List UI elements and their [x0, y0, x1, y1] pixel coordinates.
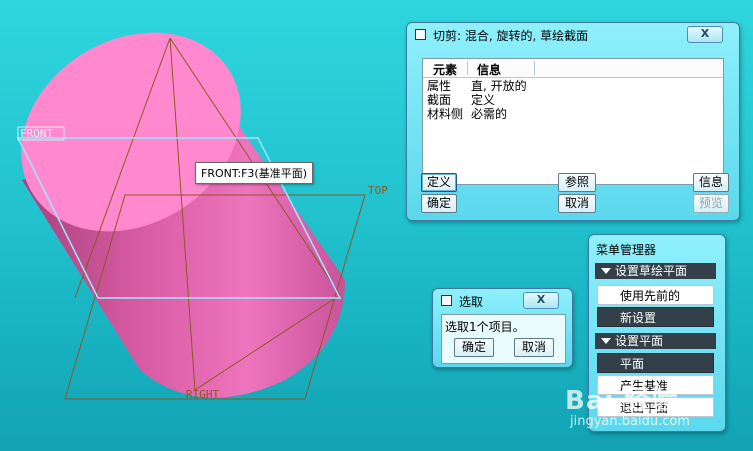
select-dialog-title: 选取 — [459, 295, 484, 309]
close-button[interactable]: X — [687, 26, 723, 43]
menu-item-plane[interactable]: 平面 — [597, 353, 714, 373]
column-header-info[interactable]: 信息 — [477, 61, 501, 78]
define-button[interactable]: 定义 — [421, 173, 457, 192]
cut-dialog: 切剪: 混合, 旋转的, 草绘截面 X 元素 信息 属性 直, 开放的 截面 定… — [406, 22, 740, 221]
right-plane-label: RIGHT — [186, 388, 219, 401]
element-name: 材料侧 — [427, 107, 464, 121]
select-cancel-button[interactable]: 取消 — [514, 338, 554, 357]
select-dialog-titlebar[interactable]: 选取 X — [433, 289, 572, 311]
menu-item-use-previous[interactable]: 使用先前的 — [597, 285, 714, 305]
watermark-url: jingyan.baidu.com — [570, 414, 690, 429]
plane-tooltip: FRONT:F3(基准平面) — [195, 162, 313, 184]
watermark-logo: Bai 经验 — [565, 386, 679, 416]
column-header-element[interactable]: 元素 — [433, 61, 457, 78]
element-list-header: 元素 信息 — [423, 59, 723, 78]
element-name: 属性 — [427, 79, 452, 93]
menu-section-set-plane[interactable]: 设置平面 — [595, 333, 716, 349]
select-message: 选取1个项目。 — [445, 320, 525, 334]
select-message-box: 选取1个项目。 确定 取消 — [441, 314, 566, 364]
ok-button[interactable]: 确定 — [421, 194, 457, 213]
close-button[interactable]: X — [523, 292, 559, 309]
info-button[interactable]: 信息 — [693, 173, 729, 192]
menu-section-sketch-plane[interactable]: 设置草绘平面 — [595, 263, 716, 279]
select-ok-button[interactable]: 确定 — [454, 338, 494, 357]
window-icon — [415, 29, 426, 40]
preview-button[interactable]: 预览 — [693, 194, 729, 213]
element-list[interactable]: 元素 信息 属性 直, 开放的 截面 定义 材料侧 必需的 — [422, 58, 724, 185]
element-info: 直, 开放的 — [471, 79, 527, 93]
refs-button[interactable]: 参照 — [558, 173, 596, 192]
element-info: 定义 — [471, 93, 496, 107]
menu-item-new-setup[interactable]: 新设置 — [597, 307, 714, 327]
cut-dialog-title: 切剪: 混合, 旋转的, 草绘截面 — [433, 29, 589, 43]
window-icon — [441, 295, 452, 306]
menu-manager-title: 菜单管理器 — [596, 243, 657, 257]
collapse-triangle-icon — [601, 268, 611, 274]
collapse-triangle-icon — [601, 338, 611, 344]
top-plane-label: TOP — [368, 184, 388, 197]
front-plane-label: FRONT — [20, 127, 53, 140]
element-info: 必需的 — [471, 107, 508, 121]
cancel-button[interactable]: 取消 — [558, 194, 596, 213]
cut-dialog-titlebar[interactable]: 切剪: 混合, 旋转的, 草绘截面 X — [407, 23, 739, 45]
element-name: 截面 — [427, 93, 452, 107]
select-dialog: 选取 X 选取1个项目。 确定 取消 — [432, 288, 573, 368]
